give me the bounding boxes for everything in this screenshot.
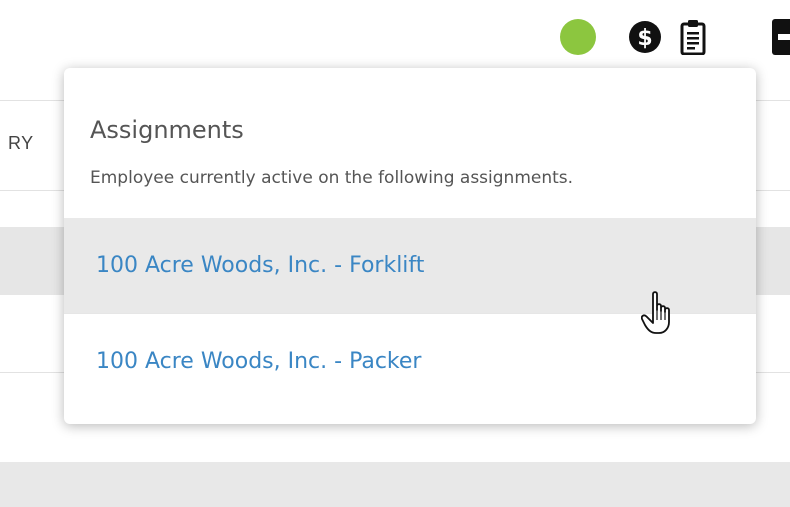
popover-title: Assignments (90, 116, 244, 144)
status-indicator[interactable] (560, 19, 596, 55)
add-icon[interactable] (772, 19, 790, 55)
table-row[interactable] (0, 462, 790, 507)
column-header[interactable]: RY (8, 133, 34, 154)
popover-subtitle: Employee currently active on the followi… (90, 168, 574, 188)
assignment-link[interactable]: 100 Acre Woods, Inc. - Packer (96, 349, 421, 374)
assignment-link[interactable]: 100 Acre Woods, Inc. - Forklift (96, 253, 424, 278)
clipboard-icon[interactable] (680, 19, 706, 55)
svg-text:$: $ (637, 26, 652, 51)
hand-cursor-icon (641, 291, 670, 334)
dollar-icon[interactable]: $ (628, 20, 662, 54)
assignments-popover: Assignments Employee currently active on… (64, 68, 756, 424)
